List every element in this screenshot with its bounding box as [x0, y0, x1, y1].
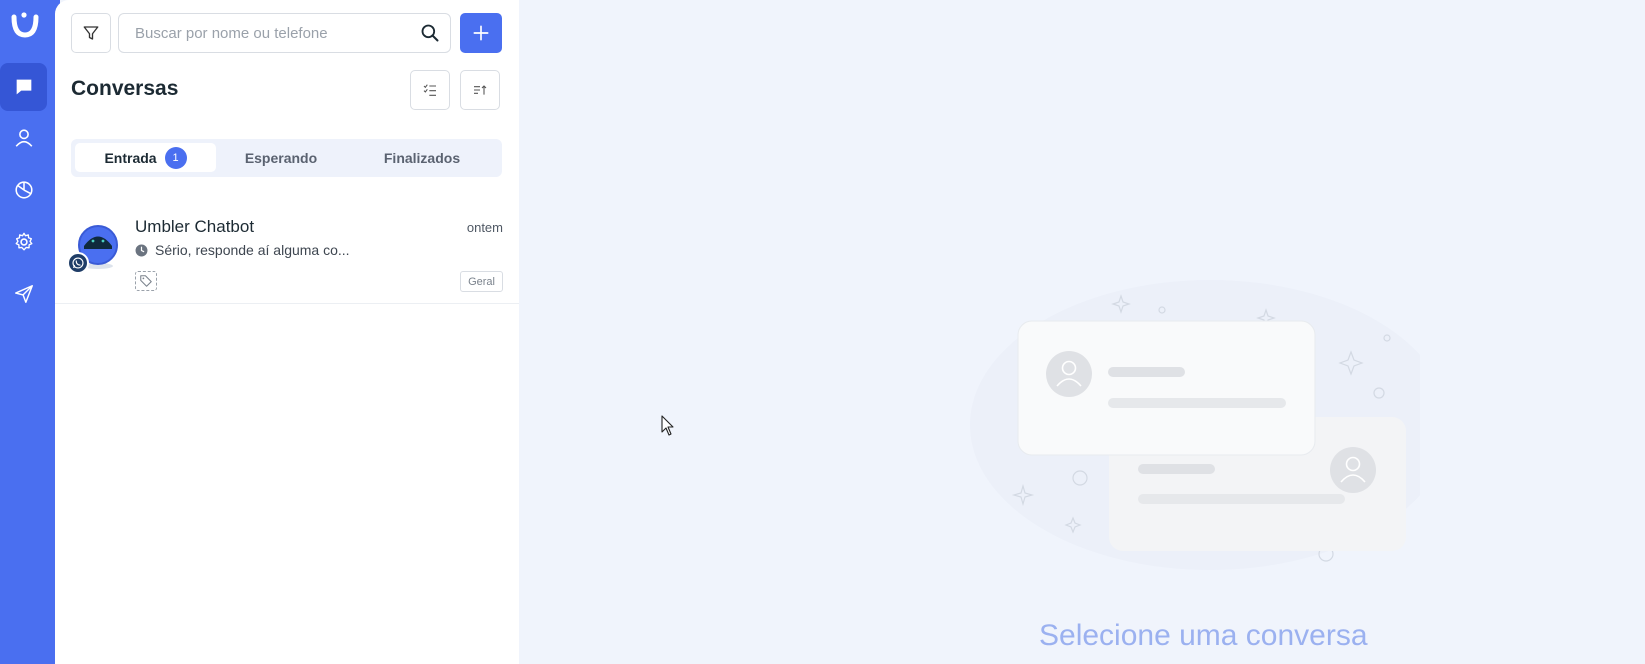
empty-state-illustration [970, 280, 1420, 570]
tab-esperando[interactable]: Esperando [216, 143, 346, 172]
checklist-icon [423, 84, 436, 96]
sort-button[interactable] [460, 70, 500, 110]
unread-count-badge: 1 [164, 146, 187, 169]
side-rail [0, 0, 60, 664]
send-icon [14, 285, 33, 303]
empty-state-message: Selecione uma conversa [1039, 619, 1368, 652]
page-title: Conversas [71, 77, 179, 100]
message-text: Sério, responde aí alguma co... [155, 242, 350, 258]
department-label: Geral [460, 271, 503, 292]
tab-entrada[interactable]: Entrada 1 [75, 143, 216, 172]
search-box [118, 13, 451, 53]
rail-item-campaigns[interactable] [0, 270, 47, 318]
umbler-logo-icon[interactable] [8, 8, 40, 40]
tab-label: Esperando [244, 149, 318, 166]
select-conversations-button[interactable] [410, 70, 450, 110]
rail-item-conversations[interactable] [0, 63, 47, 111]
user-icon [15, 129, 32, 147]
conversation-list-item[interactable]: Umbler Chatbot ontem Sério, responde aí … [55, 200, 519, 304]
rail-item-contacts[interactable] [0, 114, 47, 162]
pie-chart-icon [14, 181, 33, 199]
clock-icon [135, 244, 148, 256]
rail-item-settings[interactable] [0, 218, 47, 266]
tab-finalizados[interactable]: Finalizados [346, 143, 498, 172]
tab-label: Finalizados [383, 149, 461, 166]
sort-icon [474, 85, 487, 95]
mouse-cursor-icon [661, 415, 674, 436]
whatsapp-icon [67, 252, 89, 274]
contact-name: Umbler Chatbot [135, 217, 255, 236]
conversation-list-panel: Conversas Entrada 1 Esperando Finalizado… [55, 0, 519, 664]
gear-icon [15, 232, 32, 251]
last-message-preview: Sério, responde aí alguma co... [135, 242, 350, 258]
chat-icon [16, 79, 31, 95]
search-icon[interactable] [420, 23, 440, 43]
app-window: Conversas Entrada 1 Esperando Finalizado… [0, 0, 1645, 664]
conversation-tabs: Entrada 1 Esperando Finalizados [71, 139, 502, 177]
tag-icon[interactable] [135, 271, 157, 291]
filter-button[interactable] [71, 13, 111, 53]
plus-icon [473, 25, 489, 41]
filter-icon [83, 26, 99, 40]
last-message-time: ontem [466, 220, 503, 235]
search-input[interactable] [135, 14, 405, 52]
tab-label: Entrada [104, 149, 157, 166]
rail-item-reports[interactable] [0, 166, 47, 214]
new-conversation-button[interactable] [460, 13, 502, 53]
